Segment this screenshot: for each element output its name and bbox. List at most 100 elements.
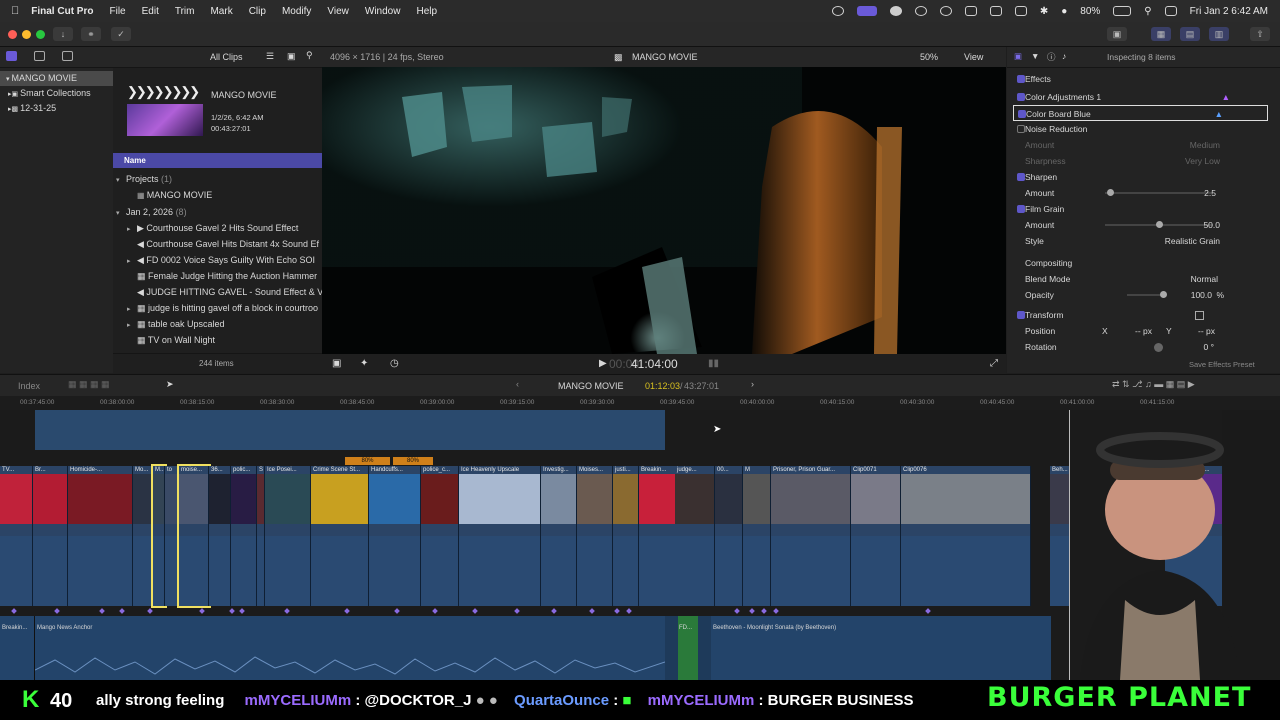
libraries-icon[interactable]	[6, 51, 17, 61]
audio-clip[interactable]: Breakin...	[0, 616, 35, 680]
smart-collections[interactable]: ▸▣ Smart Collections	[0, 86, 113, 101]
timeline-clip[interactable]: to	[165, 466, 179, 606]
timeline-clip[interactable]: Investig...	[541, 466, 577, 606]
keyframe-marker[interactable]	[432, 608, 438, 614]
timeline-clip[interactable]: 00...	[715, 466, 743, 606]
zoom-window-button[interactable]	[36, 30, 45, 39]
info-inspector-icon[interactable]: ⓘ	[1047, 51, 1056, 63]
event-12-31-25[interactable]: ▸▩ 12-31-25	[0, 101, 113, 116]
timeline-clip[interactable]: Ice Posei...	[265, 466, 311, 606]
list-item[interactable]: ◀ JUDGE HITTING GAVEL - Sound Effect & V	[113, 284, 346, 300]
view-dropdown[interactable]: View	[964, 52, 983, 62]
keyframe-marker[interactable]	[925, 608, 931, 614]
sharpen-row[interactable]: Sharpen	[1007, 169, 1280, 185]
keyframe-marker[interactable]	[551, 608, 557, 614]
list-item[interactable]: ▦ TV on Wall Night	[113, 332, 346, 348]
keyframe-marker[interactable]	[734, 608, 740, 614]
keyframe-marker[interactable]	[761, 608, 767, 614]
checkbox[interactable]	[1017, 311, 1025, 319]
sharpen-amount-value[interactable]: 2.5	[1204, 185, 1216, 201]
opacity-value[interactable]: 100.0	[1191, 287, 1212, 303]
timeline-clip[interactable]: Prisoner, Prison Guar...	[771, 466, 851, 606]
save-effects-preset-button[interactable]: Save Effects Preset	[1189, 360, 1255, 369]
index-button[interactable]: Index	[18, 381, 40, 391]
color-adjustments-row[interactable]: Color Adjustments 1 ▲	[1007, 89, 1280, 105]
color-board-row[interactable]: Color Board Blue ▲	[1013, 105, 1268, 121]
list-item[interactable]: ◀ Courthouse Gavel Hits Distant 4x Sound…	[113, 236, 346, 252]
timeline-clip[interactable]: Mo...	[133, 466, 153, 606]
keyframe-marker[interactable]	[514, 608, 520, 614]
sharpen-slider[interactable]	[1105, 189, 1213, 196]
list-view-icon[interactable]: ☰	[266, 51, 274, 62]
blend-mode-value[interactable]: Normal	[1191, 271, 1218, 287]
menu-help[interactable]: Help	[416, 6, 437, 17]
list-item[interactable]: ▸ ◀ FD 0002 Voice Says Guilty With Echo S…	[113, 252, 336, 268]
keyboard-icon[interactable]	[989, 6, 1002, 16]
menu-view[interactable]: View	[327, 6, 349, 17]
timeline-clip[interactable]: justi...	[613, 466, 639, 606]
checkbox[interactable]	[1018, 110, 1026, 118]
name-column-header[interactable]: Name	[113, 153, 322, 168]
projects-group[interactable]: ▾ Projects (1)	[113, 171, 325, 187]
timeline-clip[interactable]: police_c...	[421, 466, 459, 606]
audio-clip[interactable]: Mango News Anchor	[35, 616, 665, 680]
screen-record-icon[interactable]	[856, 6, 877, 16]
apple-icon[interactable]: 	[11, 5, 19, 17]
timeline-clip[interactable]: Crime Scene St...	[311, 466, 369, 606]
color-swatch-icon[interactable]: ▲	[1222, 89, 1230, 105]
fullscreen-icon[interactable]: ⤢	[990, 358, 998, 369]
checkbox[interactable]	[1017, 75, 1025, 83]
rotation-value[interactable]: 0 °	[1204, 339, 1215, 355]
list-item[interactable]: ▦ Female Judge Hitting the Auction Hamme…	[113, 268, 346, 284]
speed-icon[interactable]: ◷	[390, 358, 399, 369]
date-group[interactable]: ▾ Jan 2, 2026 (8)	[113, 204, 325, 220]
keyframe-marker[interactable]	[119, 608, 125, 614]
show-timeline-button[interactable]: ▤	[1180, 27, 1200, 41]
keyframe-marker[interactable]	[773, 608, 779, 614]
noise-sharpness-value[interactable]: Very Low	[1185, 153, 1220, 169]
checkbox[interactable]	[1017, 93, 1025, 101]
clip-appearance-icon[interactable]: ▣	[287, 51, 296, 62]
timeline-clip[interactable]: Homicide-...	[68, 466, 133, 606]
timeline-clip[interactable]: TV...	[0, 466, 33, 606]
menu-trim[interactable]: Trim	[175, 6, 195, 17]
history-back-icon[interactable]: ‹	[516, 379, 519, 389]
viewer-video[interactable]	[322, 67, 1006, 354]
noise-reduction-row[interactable]: Noise Reduction	[1007, 121, 1280, 137]
audio-clip[interactable]: FD...	[678, 616, 698, 680]
timeline-clip[interactable]: Moises...	[577, 466, 613, 606]
timeline-clip[interactable]: Clip0071	[851, 466, 901, 606]
close-window-button[interactable]	[8, 30, 17, 39]
position-x-value[interactable]: -- px	[1135, 323, 1152, 339]
history-forward-icon[interactable]: ›	[751, 379, 754, 389]
project-row[interactable]: ▦ MANGO MOVIE	[113, 187, 346, 203]
keyframe-marker[interactable]	[11, 608, 17, 614]
clip-connect-icons[interactable]: ▦ ▦ ▦ ▦	[68, 379, 110, 390]
keyframe-marker[interactable]	[99, 608, 105, 614]
checkbox[interactable]	[1017, 125, 1025, 133]
transform-tool-icon[interactable]: ▣	[332, 358, 341, 369]
screen-icon[interactable]	[1014, 6, 1027, 16]
keyframe-marker[interactable]	[614, 608, 620, 614]
show-browser-button[interactable]: ▦	[1151, 27, 1171, 41]
bluetooth-icon[interactable]: ✱	[1040, 6, 1048, 17]
checkbox[interactable]	[1017, 205, 1025, 213]
noise-amount-value[interactable]: Medium	[1190, 137, 1220, 153]
slider-knob[interactable]	[1156, 221, 1163, 228]
film-grain-slider[interactable]	[1105, 221, 1213, 228]
selected-range[interactable]	[35, 410, 665, 450]
keyframe-marker[interactable]	[229, 608, 235, 614]
timeline-clip[interactable]: Handcuffs...	[369, 466, 421, 606]
titles-icon[interactable]	[62, 51, 73, 61]
photos-icon[interactable]	[34, 51, 45, 61]
list-item[interactable]: ▸ ▶ Courthouse Gavel 2 Hits Sound Effect	[113, 220, 336, 236]
slider-knob[interactable]	[1107, 189, 1115, 196]
clock[interactable]: Fri Jan 2 6:42 AM	[1190, 6, 1268, 17]
timeline-clip[interactable]: Ice Heavenly Upscale	[459, 466, 541, 606]
effects-section[interactable]: Effects	[1007, 71, 1280, 87]
video-inspector-icon[interactable]: ▣	[1014, 51, 1022, 62]
keyframe-marker[interactable]	[394, 608, 400, 614]
timeline-clip[interactable]: 36...	[209, 466, 231, 606]
menu-edit[interactable]: Edit	[142, 6, 159, 17]
keywords-button[interactable]: ⚭	[81, 27, 101, 41]
